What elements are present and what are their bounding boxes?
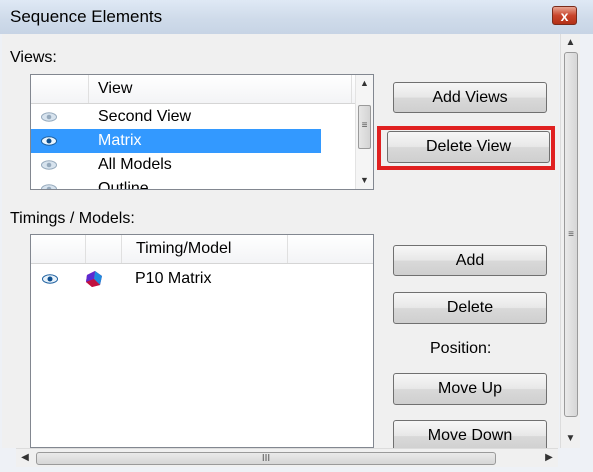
dialog-body: Views: View Second View Matrix All Model… <box>2 34 559 452</box>
timings-label: Timings / Models: <box>10 210 135 227</box>
scroll-down-icon[interactable]: ▼ <box>561 430 580 448</box>
eye-icon[interactable] <box>42 274 58 284</box>
views-list[interactable]: View Second View Matrix All Models Outli… <box>30 74 374 190</box>
dialog-vertical-scrollbar[interactable]: ▲ ≡ ▼ <box>560 34 580 448</box>
view-item-label: All Models <box>98 156 172 173</box>
dialog-scroll-thumb[interactable]: ≡ <box>564 52 578 417</box>
eye-icon[interactable] <box>41 112 57 122</box>
add-button[interactable]: Add <box>393 245 547 276</box>
views-list-header: View <box>31 75 373 104</box>
scroll-left-icon[interactable]: ◀ <box>16 449 34 467</box>
view-item-label: Outline <box>98 180 149 190</box>
eye-icon[interactable] <box>41 184 57 190</box>
views-list-scrollbar[interactable]: ▲ ≡ ▼ <box>355 75 373 189</box>
scroll-up-icon[interactable]: ▲ <box>561 34 580 52</box>
view-item-second-view[interactable]: Second View <box>31 105 357 129</box>
eye-icon[interactable] <box>41 136 57 146</box>
position-label: Position: <box>430 340 492 357</box>
sequence-elements-window: Sequence Elements x Views: View Second V… <box>0 0 593 472</box>
scroll-right-icon[interactable]: ▶ <box>540 449 558 467</box>
model-icon <box>86 271 102 287</box>
delete-view-highlight <box>377 126 555 170</box>
view-item-outline[interactable]: Outline <box>31 177 357 190</box>
views-scroll-thumb[interactable]: ≡ <box>358 105 371 149</box>
eye-icon[interactable] <box>41 160 57 170</box>
grip-icon: ≡ <box>361 120 368 131</box>
scroll-down-icon[interactable]: ▼ <box>356 172 373 189</box>
grip-icon: ≡ <box>568 229 574 240</box>
views-label: Views: <box>10 49 57 66</box>
window-title: Sequence Elements <box>10 7 163 26</box>
timings-list-header: Timing/Model <box>31 235 373 264</box>
view-item-label: Second View <box>98 108 192 125</box>
dialog-horizontal-scrollbar[interactable]: ◀ III ▶ <box>16 448 558 467</box>
move-up-button[interactable]: Move Up <box>393 373 547 405</box>
close-icon: x <box>560 8 569 24</box>
add-views-button[interactable]: Add Views <box>393 82 547 113</box>
timings-list[interactable]: Timing/Model P10 Matrix <box>30 234 374 448</box>
view-item-matrix[interactable]: Matrix <box>31 129 321 153</box>
view-item-label: Matrix <box>98 132 142 149</box>
timing-item-label: P10 Matrix <box>135 270 212 287</box>
delete-button[interactable]: Delete <box>393 292 547 324</box>
grip-icon: III <box>261 453 271 464</box>
view-item-all-models[interactable]: All Models <box>31 153 357 177</box>
title-bar: Sequence Elements x <box>0 0 593 34</box>
timing-item-p10-matrix[interactable]: P10 Matrix <box>31 267 373 291</box>
views-column-header[interactable]: View <box>98 80 132 98</box>
close-button[interactable]: x <box>552 6 577 25</box>
scroll-up-icon[interactable]: ▲ <box>356 75 373 92</box>
dialog-hscroll-thumb[interactable]: III <box>36 452 496 465</box>
timings-column-header[interactable]: Timing/Model <box>136 240 231 258</box>
